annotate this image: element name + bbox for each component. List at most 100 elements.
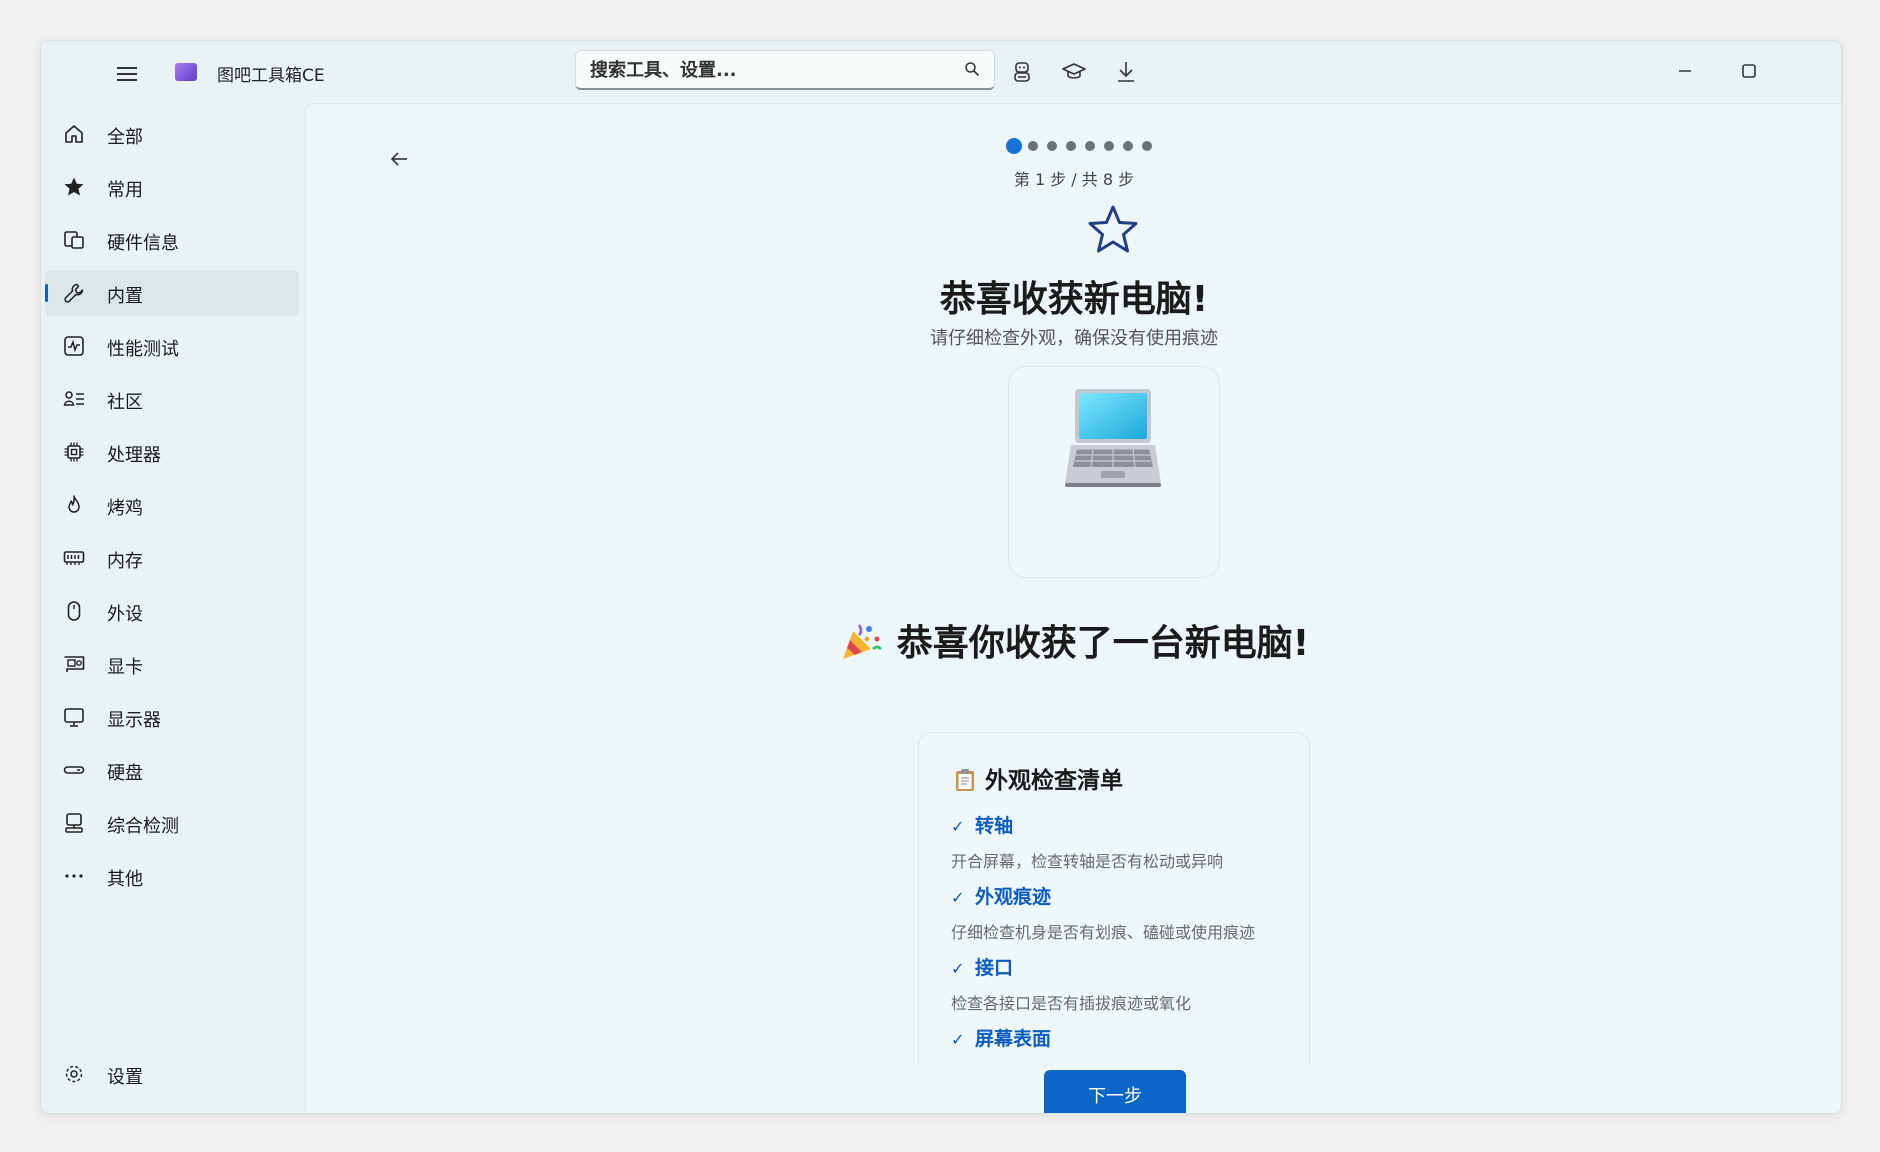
minimize-button[interactable] [1667, 55, 1703, 87]
sidebar: 全部 常用 硬件信息 内置 性能测试 社区 处理器 烤鸡 内存 外设 显卡 显示… [41, 103, 305, 1113]
search-icon[interactable] [964, 61, 980, 77]
sidebar-item-label: 烤鸡 [107, 498, 143, 519]
sidebar-item-builtin[interactable]: 内置 [45, 270, 299, 316]
sidebar-item-label: 处理器 [107, 445, 161, 466]
step-dot [1028, 141, 1038, 151]
check-icon: ✓ [951, 1030, 965, 1049]
step-dot [1066, 141, 1076, 151]
step-dot [1047, 141, 1057, 151]
congrats-heading: 恭喜你收获了一台新电脑! [306, 614, 1841, 666]
sidebar-item-label: 显示器 [107, 710, 161, 731]
check-icon: ✓ [951, 888, 965, 907]
sidebar-item-label: 硬件信息 [107, 233, 179, 254]
clipboard-icon [956, 769, 974, 791]
checklist-item-desc: 开合屏幕，检查转轴是否有松动或异响 [951, 852, 1224, 871]
step-dot [1006, 138, 1022, 154]
sidebar-item-label: 设置 [107, 1067, 143, 1088]
sidebar-item-monitor[interactable]: 显示器 [45, 694, 299, 740]
wizard-subtitle: 请仔细检查外观，确保没有使用痕迹 [930, 328, 1218, 349]
menu-toggle-button[interactable] [113, 59, 143, 89]
sidebar-item-label: 性能测试 [107, 339, 179, 360]
party-popper-icon [842, 624, 882, 659]
sidebar-item-label: 显卡 [107, 657, 143, 678]
sidebar-item-label: 综合检测 [107, 816, 179, 837]
step-dot [1104, 141, 1114, 151]
appearance-checklist[interactable]: 外观检查清单 ✓ 转轴 开合屏幕，检查转轴是否有松动或异响 ✓ 外观痕迹 仔细检查机… [918, 732, 1310, 1063]
app-title: 图吧工具箱CE [217, 66, 325, 86]
more-icon [65, 874, 83, 878]
checklist-item: ✓ 屏幕表面 [951, 1024, 1301, 1051]
cpu-icon [64, 442, 84, 462]
checklist-item: ✓ 接口 检查各接口是否有插拔痕迹或氧化 [951, 953, 1301, 1014]
sidebar-item-graphics[interactable]: 显卡 [45, 641, 299, 687]
sidebar-item-stress-test[interactable]: 烤鸡 [45, 482, 299, 528]
sidebar-item-all[interactable]: 全部 [45, 111, 299, 157]
sidebar-item-hardware-info[interactable]: 硬件信息 [45, 217, 299, 263]
star-outline-icon [1088, 205, 1138, 253]
laptop-image-card [1008, 366, 1220, 578]
title-bar: 图吧工具箱CE [41, 41, 1841, 103]
sidebar-item-label: 常用 [107, 180, 143, 201]
sidebar-item-label: 硬盘 [107, 763, 143, 784]
graduation-cap-icon[interactable] [1061, 59, 1087, 85]
app-window: 图吧工具箱CE 搜索工具、设置... 全部 常用 硬件信息 内置 性能测试 社区… [40, 40, 1842, 1114]
maximize-button[interactable] [1731, 55, 1767, 87]
search-input[interactable] [588, 51, 952, 89]
search-box [575, 50, 995, 90]
wrench-icon [64, 283, 84, 303]
ram-icon [63, 551, 85, 565]
laptop-icon [1065, 389, 1161, 487]
checklist-title: 外观检查清单 [955, 761, 1123, 795]
flame-icon [68, 495, 80, 513]
sidebar-item-processor[interactable]: 处理器 [45, 429, 299, 475]
disk-icon [63, 766, 85, 774]
check-icon: ✓ [951, 959, 965, 978]
download-icon[interactable] [1113, 59, 1139, 85]
checklist-title-text: 外观检查清单 [985, 768, 1123, 794]
gpu-icon [64, 656, 85, 672]
pulse-icon [64, 336, 84, 356]
sidebar-item-label: 内存 [107, 551, 143, 572]
congrats-text: 恭喜你收获了一台新电脑! [896, 623, 1310, 664]
sidebar-item-label: 内置 [107, 286, 143, 307]
checklist-item-title: 外观痕迹 [975, 886, 1052, 908]
step-dot [1142, 141, 1152, 151]
app-logo-icon [175, 63, 197, 81]
checklist-item: ✓ 外观痕迹 仔细检查机身是否有划痕、磕碰或使用痕迹 [951, 882, 1301, 943]
gear-icon [65, 1065, 83, 1083]
sidebar-item-label: 社区 [107, 392, 143, 413]
wizard-title: 恭喜收获新电脑! [939, 279, 1209, 320]
check-icon: ✓ [951, 817, 965, 836]
step-dot [1085, 141, 1095, 151]
devices-icon [64, 231, 84, 249]
checklist-item-desc: 仔细检查机身是否有划痕、磕碰或使用痕迹 [951, 923, 1256, 942]
sidebar-item-label: 外设 [107, 604, 143, 625]
mouse-icon [67, 601, 81, 621]
sidebar-item-comprehensive[interactable]: 综合检测 [45, 800, 299, 846]
checklist-item-title: 转轴 [975, 815, 1014, 837]
sidebar-item-label: 其他 [107, 869, 143, 890]
star-filled-icon [64, 177, 84, 196]
sidebar-item-disk[interactable]: 硬盘 [45, 747, 299, 793]
sidebar-item-benchmark[interactable]: 性能测试 [45, 323, 299, 369]
sidebar-item-memory[interactable]: 内存 [45, 535, 299, 581]
desktop-check-icon [65, 813, 83, 833]
wizard-panel: 第 1 步 / 共 8 步 恭喜收获新电脑! 请仔细检查外观，确保没有使用痕迹 [305, 103, 1841, 1113]
sidebar-item-label: 全部 [107, 127, 143, 148]
step-dot [1123, 141, 1133, 151]
sidebar-item-frequent[interactable]: 常用 [45, 164, 299, 210]
checklist-item: ✓ 转轴 开合屏幕，检查转轴是否有松动或异响 [951, 811, 1301, 872]
step-counter: 第 1 步 / 共 8 步 [1013, 170, 1135, 189]
robot-icon[interactable] [1009, 59, 1035, 85]
sidebar-item-peripherals[interactable]: 外设 [45, 588, 299, 634]
checklist-item-title: 屏幕表面 [975, 1028, 1052, 1050]
monitor-icon [64, 708, 84, 727]
next-step-button[interactable]: 下一步 [1044, 1070, 1186, 1113]
sidebar-item-settings[interactable]: 设置 [45, 1051, 299, 1097]
home-icon [65, 125, 83, 143]
people-list-icon [63, 391, 84, 406]
checklist-item-desc: 检查各接口是否有插拔痕迹或氧化 [951, 994, 1192, 1013]
sidebar-item-community[interactable]: 社区 [45, 376, 299, 422]
checklist-item-title: 接口 [975, 957, 1014, 979]
sidebar-item-other[interactable]: 其他 [45, 853, 299, 899]
